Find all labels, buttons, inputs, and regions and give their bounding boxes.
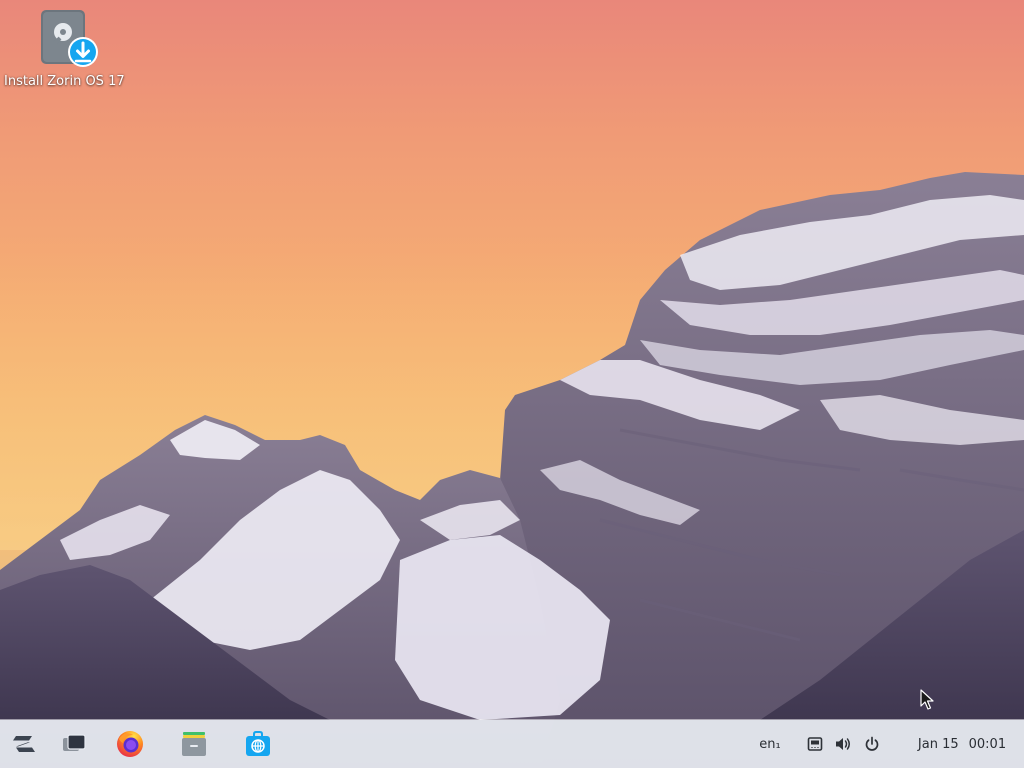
mouse-cursor-icon [920,689,934,710]
power-menu-button[interactable] [861,732,883,756]
clock-button[interactable]: Jan 15 00:01 [908,732,1016,756]
software-store-launcher[interactable] [240,726,276,762]
mountain-wallpaper [0,172,1024,768]
desktop-icon-label: Install Zorin OS 17 [4,74,125,89]
firefox-launcher[interactable] [112,726,148,762]
windows-overview-icon [63,734,86,751]
installer-drive-icon [41,10,98,67]
desktop[interactable]: Install Zorin OS 17 en₁ Jan 15 00:01 [0,0,1024,768]
power-icon [865,736,879,751]
keyboard-layout-label: en₁ [759,736,781,752]
zorin-logo-icon [13,736,35,752]
files-launcher[interactable] [176,726,212,762]
install-zorin-desktop-icon[interactable]: Install Zorin OS 17 [4,8,125,94]
wired-network-icon [807,737,823,751]
start-menu-button[interactable] [6,726,42,762]
network-indicator[interactable] [804,732,826,756]
workspace-switcher-button[interactable] [56,726,92,762]
taskbar: en₁ Jan 15 00:01 [0,720,1024,768]
clock-date: Jan 15 [917,736,959,752]
volume-icon [836,738,850,750]
clock-time: 00:01 [968,736,1007,752]
keyboard-layout-indicator[interactable]: en₁ [752,732,788,756]
volume-indicator[interactable] [832,732,854,756]
software-store-icon [246,731,270,756]
file-manager-icon [182,732,206,756]
firefox-icon [117,731,143,757]
